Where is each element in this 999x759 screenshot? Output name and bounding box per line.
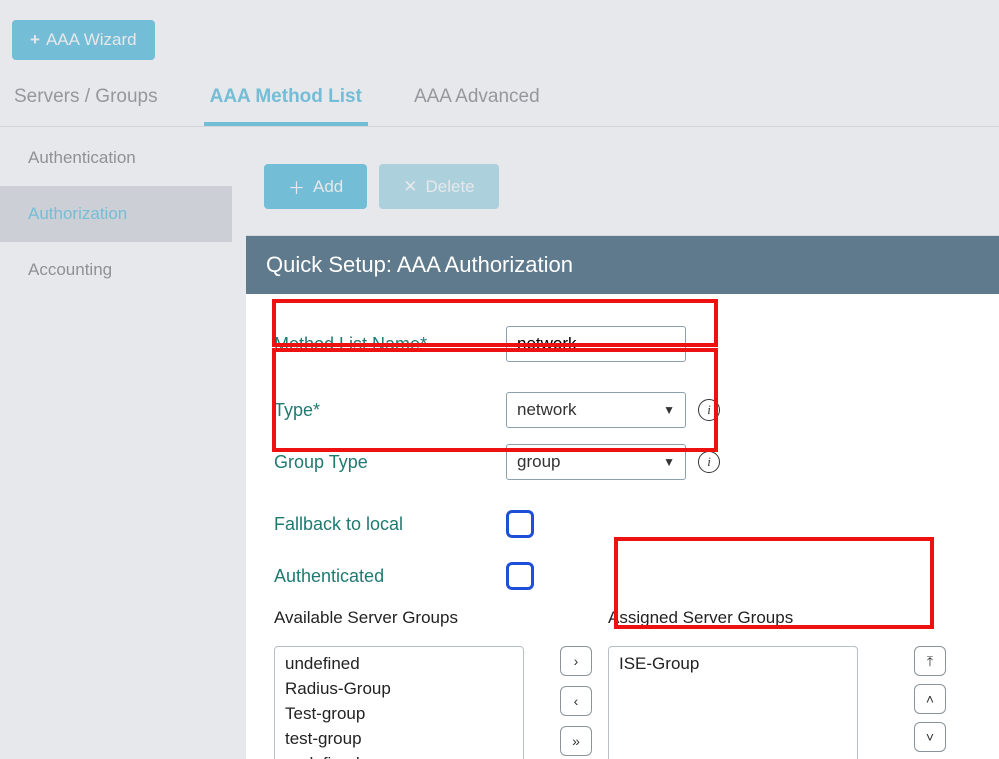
move-all-right-button[interactable]: » (560, 726, 592, 756)
aaa-wizard-button[interactable]: + AAA Wizard (12, 20, 155, 60)
tab-servers-groups[interactable]: Servers / Groups (8, 76, 164, 126)
info-icon[interactable]: i (698, 451, 720, 473)
chevron-up-icon: ˄ (926, 691, 934, 707)
move-left-button[interactable]: ‹ (560, 686, 592, 716)
group-type-select-value: group (517, 452, 560, 472)
group-type-label: Group Type (274, 452, 506, 473)
move-top-button[interactable]: ⤒ (914, 646, 946, 676)
sidebar: Authentication Authorization Accounting (0, 130, 232, 298)
list-item[interactable]: undefined (285, 651, 513, 676)
chevron-down-icon: ▼ (663, 455, 675, 469)
tab-aaa-advanced[interactable]: AAA Advanced (408, 76, 546, 126)
authenticated-label: Authenticated (274, 566, 506, 587)
authenticated-checkbox[interactable] (506, 562, 534, 590)
modal-title: Quick Setup: AAA Authorization (246, 236, 999, 294)
sidebar-item-authentication[interactable]: Authentication (0, 130, 232, 186)
chevron-down-icon: ˅ (926, 729, 934, 745)
sidebar-item-accounting[interactable]: Accounting (0, 242, 232, 298)
list-item[interactable]: Test-group (285, 701, 513, 726)
available-groups-list[interactable]: undefined Radius-Group Test-group test-g… (274, 646, 524, 759)
x-icon: ✕ (403, 177, 417, 197)
fallback-checkbox[interactable] (506, 510, 534, 538)
method-list-name-label: Method List Name* (274, 334, 506, 355)
plus-icon: ＋ (288, 174, 305, 199)
quick-setup-modal: Quick Setup: AAA Authorization Method Li… (246, 235, 999, 759)
sidebar-item-authorization[interactable]: Authorization (0, 186, 232, 242)
add-button-label: Add (313, 177, 343, 197)
tab-aaa-method-list[interactable]: AAA Method List (204, 76, 368, 126)
available-groups-title: Available Server Groups (274, 608, 544, 628)
plus-icon: + (30, 30, 40, 50)
type-select-value: network (517, 400, 577, 420)
list-item[interactable]: Radius-Group (285, 676, 513, 701)
aaa-wizard-label: AAA Wizard (46, 30, 137, 50)
main-tabs: Servers / Groups AAA Method List AAA Adv… (0, 80, 999, 127)
assigned-groups-list[interactable]: ISE-Group (608, 646, 858, 759)
type-label: Type* (274, 400, 506, 421)
group-type-select[interactable]: group ▼ (506, 444, 686, 480)
info-icon[interactable]: i (698, 399, 720, 421)
move-down-button[interactable]: ˅ (914, 722, 946, 752)
delete-button-label: Delete (426, 177, 475, 197)
bar-up-icon: ⤒ (927, 653, 933, 670)
chevron-down-icon: ▼ (663, 403, 675, 417)
toolbar: ＋ Add ✕ Delete (264, 164, 999, 209)
add-button[interactable]: ＋ Add (264, 164, 367, 209)
move-right-button[interactable]: › (560, 646, 592, 676)
type-select[interactable]: network ▼ (506, 392, 686, 428)
assigned-groups-title: Assigned Server Groups (608, 608, 898, 628)
list-item[interactable]: ISE-Group (619, 651, 847, 676)
content-area: ＋ Add ✕ Delete (246, 140, 999, 209)
move-up-button[interactable]: ˄ (914, 684, 946, 714)
method-list-name-input[interactable] (506, 326, 686, 362)
list-item[interactable]: test-group (285, 726, 513, 751)
fallback-label: Fallback to local (274, 514, 506, 535)
list-item[interactable]: undefined (285, 751, 513, 759)
delete-button[interactable]: ✕ Delete (379, 164, 498, 209)
